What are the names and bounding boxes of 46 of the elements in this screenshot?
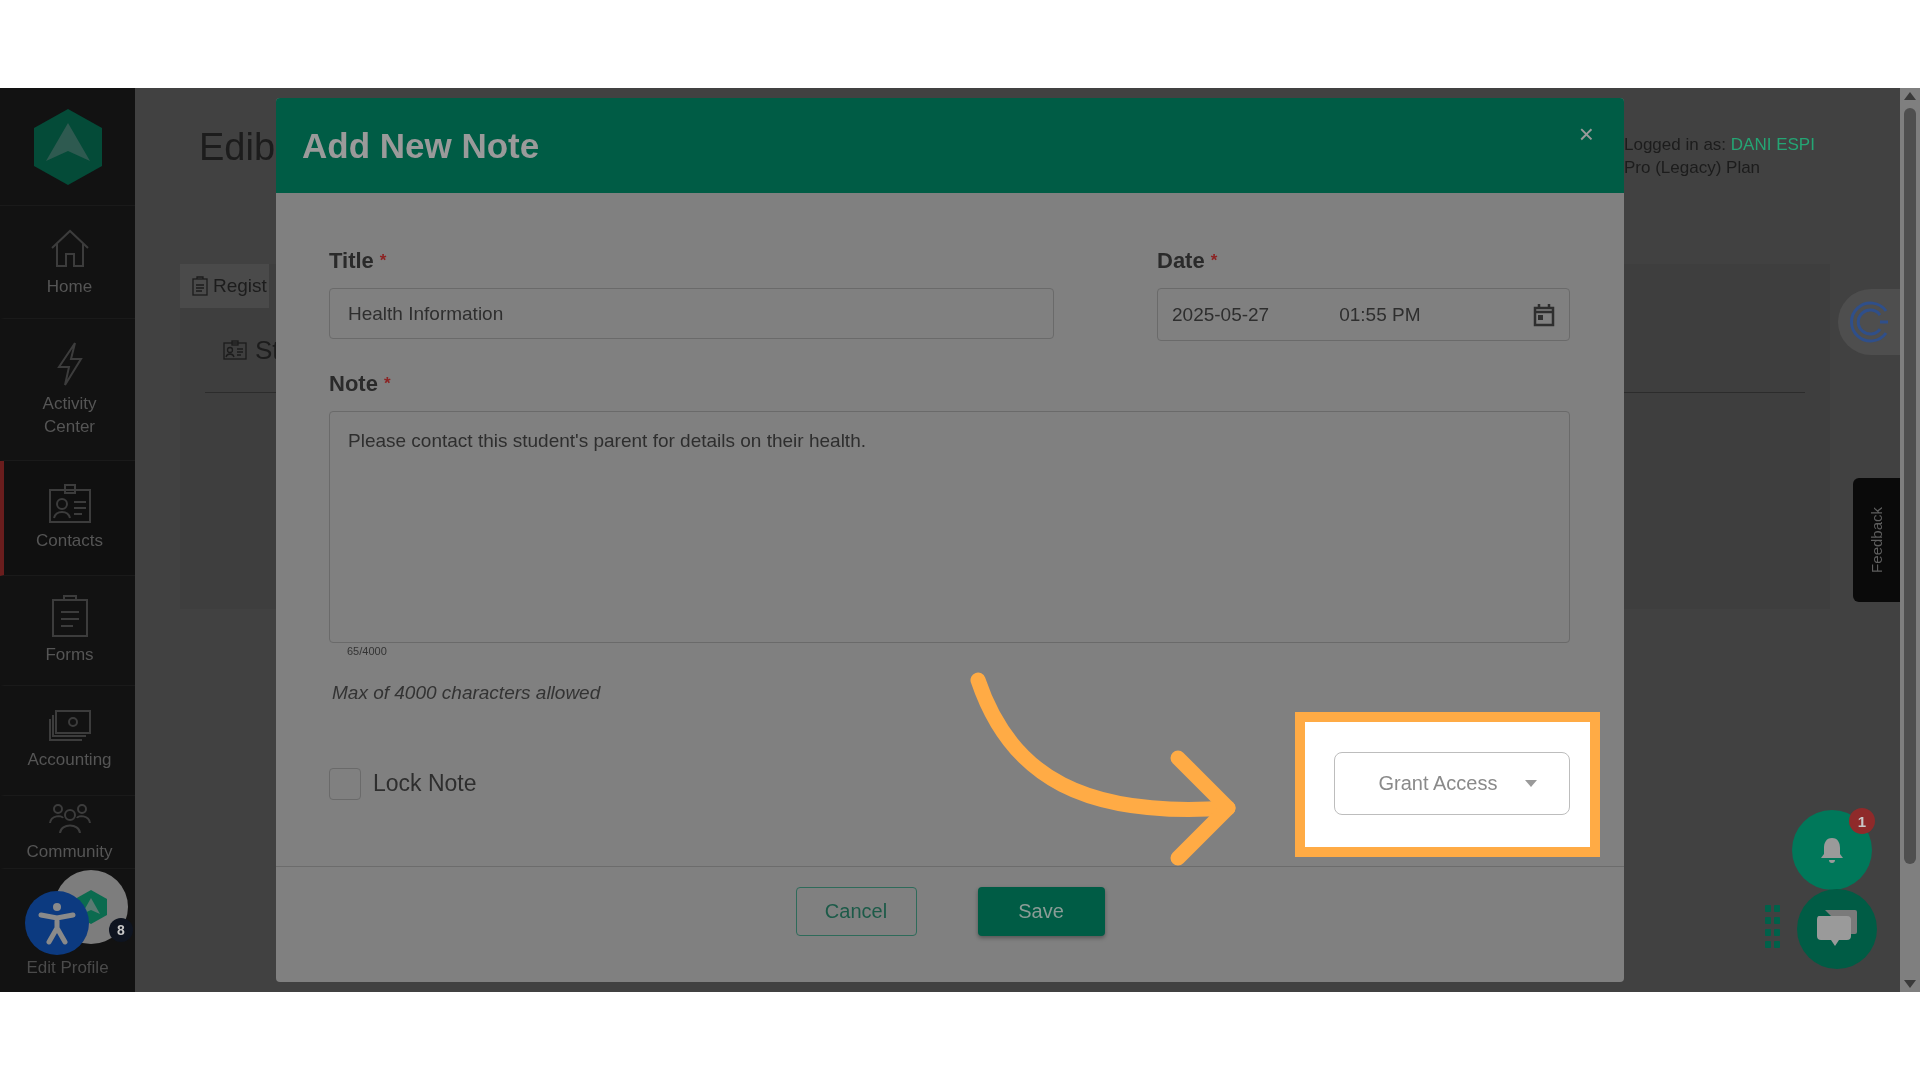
lightning-icon: [54, 341, 85, 388]
note-field[interactable]: Please contact this student's parent for details on their health.: [329, 411, 1570, 643]
bell-icon: [1819, 836, 1845, 864]
sidebar-label: Home: [46, 275, 93, 298]
sidebar-label: Activity Center: [41, 393, 98, 438]
grant-access-dropdown[interactable]: Grant Access: [1334, 752, 1570, 815]
sidebar-label: Accounting: [27, 749, 112, 772]
banknotes-icon: [47, 709, 92, 744]
character-counter: 65/4000: [347, 645, 388, 657]
scrollbar[interactable]: [1900, 88, 1920, 992]
sidebar-item[interactable]: Forms: [0, 576, 135, 686]
hint-text: Max of 4000 characters allowed: [332, 681, 602, 705]
modal-title: Add New Note: [302, 125, 540, 166]
save-button[interactable]: Save: [977, 887, 1105, 936]
sidebar-label: Contacts: [35, 529, 104, 552]
field-label: Title: [329, 248, 374, 274]
caret-icon: [1525, 780, 1538, 787]
notification-badge: 1: [1849, 808, 1875, 834]
count-badge: 8: [109, 918, 133, 942]
logo-icon[interactable]: [31, 106, 104, 187]
id-card-icon: [223, 340, 247, 360]
accessibility-icon: [37, 901, 77, 945]
required-mark: *: [379, 250, 387, 272]
cancel-button[interactable]: Cancel: [795, 887, 917, 936]
sidebar-item[interactable]: Accounting: [0, 686, 135, 796]
clipboard-icon: [192, 276, 208, 296]
field-label: Note: [329, 371, 378, 397]
edit-profile-link[interactable]: Edit Profile: [0, 958, 135, 978]
notifications-button[interactable]: [1792, 810, 1872, 890]
drag-handle-icon[interactable]: [1765, 905, 1780, 951]
sidebar-label: Forms: [45, 644, 94, 667]
sidebar-item[interactable]: Home: [0, 206, 135, 319]
id-card-icon: [47, 483, 92, 524]
required-mark: *: [1210, 250, 1218, 272]
sidebar-item[interactable]: Community: [0, 796, 135, 869]
close-button[interactable]: ×: [1574, 119, 1598, 150]
sidebar-label: Community: [26, 840, 113, 863]
sidebar-item[interactable]: Contacts: [0, 461, 135, 576]
required-mark: *: [383, 373, 391, 395]
title-field[interactable]: Health Information: [329, 288, 1054, 339]
checkbox-label: Lock Note: [373, 770, 477, 797]
clipboard-icon: [50, 594, 89, 639]
date-field[interactable]: 2025-05-27 01:55 PM: [1157, 288, 1570, 341]
field-label: Date: [1157, 248, 1205, 274]
feedback-tab[interactable]: Feedback: [1853, 478, 1900, 602]
calendar-icon[interactable]: [1533, 302, 1555, 327]
